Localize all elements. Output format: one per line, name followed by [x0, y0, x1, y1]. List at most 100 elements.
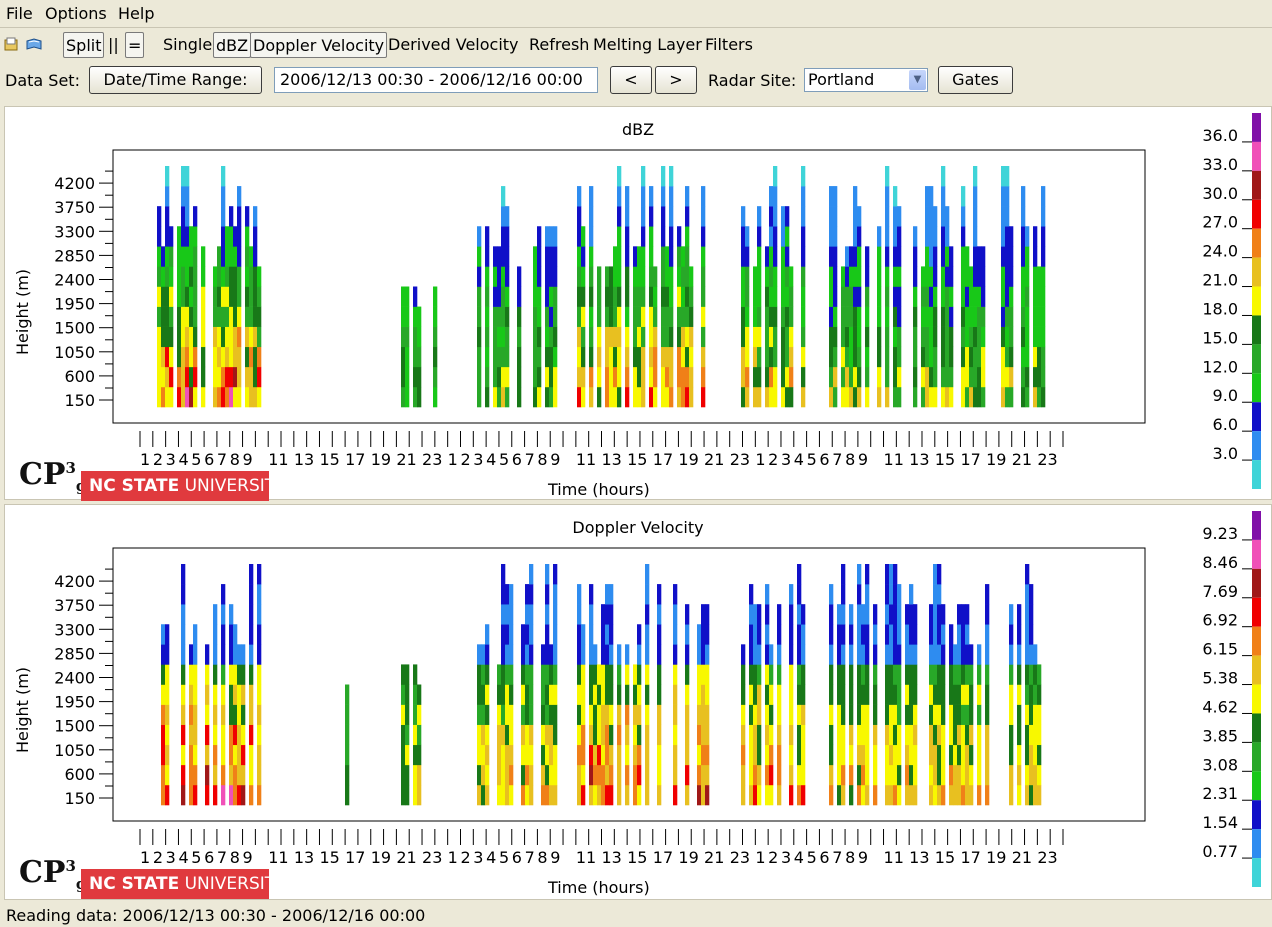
- side-by-side-button[interactable]: ||: [106, 32, 121, 58]
- heatmap-cell: [605, 724, 610, 746]
- heatmap-cell: [477, 226, 482, 247]
- heatmap-cell: [861, 704, 866, 725]
- heatmap-cell: [885, 346, 890, 368]
- menu-help[interactable]: Help: [118, 4, 154, 23]
- heatmap-cell: [789, 326, 794, 348]
- heatmap-cell: [413, 386, 418, 408]
- heatmap-cell: [233, 624, 238, 645]
- heatmap-cell: [605, 624, 610, 645]
- heatmap-cell: [509, 584, 514, 605]
- heatmap-cell: [165, 166, 170, 187]
- colorbar-tick-label: 18.0: [1202, 299, 1238, 318]
- previous-button[interactable]: <: [610, 66, 652, 94]
- heatmap-cell: [1025, 724, 1030, 746]
- heatmap-cell: [521, 724, 526, 746]
- filters-button[interactable]: Filters: [703, 32, 755, 58]
- heatmap-cell: [953, 764, 958, 786]
- heatmap-cell: [229, 266, 234, 287]
- heatmap-cell: [401, 704, 406, 725]
- open-file-icon[interactable]: [4, 36, 20, 52]
- heatmap-cell: [897, 684, 902, 705]
- heatmap-cell: [689, 386, 694, 408]
- heatmap-cell: [969, 326, 974, 348]
- heatmap-cell: [165, 366, 170, 388]
- derived-velocity-toggle[interactable]: Derived Velocity: [386, 32, 521, 58]
- heatmap-cell: [961, 366, 966, 388]
- heatmap-cell: [497, 306, 502, 327]
- heatmap-cell: [685, 286, 690, 307]
- heatmap-cell: [985, 684, 990, 705]
- heatmap-cell: [845, 266, 850, 287]
- heatmap-cell: [225, 346, 230, 368]
- x-tick-label: 13: [602, 848, 622, 867]
- stacked-button[interactable]: =: [125, 32, 145, 58]
- heatmap-cell: [501, 186, 506, 207]
- heatmap-cell: [949, 684, 954, 705]
- chevron-down-icon[interactable]: ▼: [909, 70, 926, 90]
- heatmap-cell: [257, 664, 262, 685]
- single-button[interactable]: Single: [161, 32, 214, 58]
- date-time-range-field[interactable]: 2006/12/13 00:30 - 2006/12/16 00:00: [274, 67, 598, 93]
- melting-layer-button[interactable]: Melting Layer: [591, 32, 704, 58]
- heatmap-cell: [913, 226, 918, 247]
- colorbar-tick-label: 1.54: [1202, 813, 1238, 832]
- doppler-velocity-toggle[interactable]: Doppler Velocity: [250, 32, 388, 58]
- heatmap-cell: [217, 366, 222, 388]
- heatmap-cell: [885, 664, 890, 685]
- heatmap-cell: [849, 724, 854, 746]
- heatmap-cell: [801, 604, 806, 625]
- heatmap-cell: [549, 226, 554, 247]
- heatmap-cell: [865, 744, 870, 766]
- heatmap-cell: [661, 266, 666, 287]
- heatmap-cell: [477, 266, 482, 287]
- heatmap-cell: [185, 346, 190, 368]
- heatmap-cell: [669, 286, 674, 307]
- heatmap-cell: [865, 246, 870, 267]
- heatmap-cell: [553, 784, 558, 806]
- menu-file[interactable]: File: [6, 4, 33, 23]
- heatmap-cell: [617, 166, 622, 187]
- heatmap-cell: [581, 286, 586, 307]
- colorbar-swatch: [1252, 286, 1261, 316]
- heatmap-cell: [257, 624, 262, 645]
- radar-site-select[interactable]: Portland ▼: [804, 68, 928, 92]
- heatmap-cell: [961, 644, 966, 665]
- heatmap-cell: [249, 326, 254, 348]
- heatmap-cell: [249, 784, 254, 806]
- x-tick-label: 7: [217, 450, 227, 469]
- next-button[interactable]: >: [655, 66, 697, 94]
- refresh-button[interactable]: Refresh: [527, 32, 591, 58]
- heatmap-cell: [577, 326, 582, 348]
- heatmap-cell: [841, 604, 846, 625]
- heatmap-cell: [977, 724, 982, 746]
- heatmap-cell: [857, 624, 862, 645]
- heatmap-cell: [905, 684, 910, 705]
- menu-options[interactable]: Options: [45, 4, 107, 23]
- x-tick-label: 1: [755, 450, 765, 469]
- heatmap-cell: [477, 286, 482, 307]
- heatmap-cell: [933, 564, 938, 585]
- heatmap-cell: [485, 326, 490, 348]
- x-tick-label: 9: [550, 848, 560, 867]
- heatmap-cell: [185, 386, 190, 408]
- heatmap-cell: [669, 226, 674, 247]
- heatmap-cell: [549, 744, 554, 766]
- gates-button[interactable]: Gates: [938, 66, 1013, 94]
- heatmap-cell: [233, 704, 238, 725]
- heatmap-cell: [161, 724, 166, 746]
- heatmap-cell: [645, 584, 650, 605]
- heatmap-cell: [1005, 206, 1010, 227]
- x-tick-label: 2: [153, 450, 163, 469]
- dbz-toggle[interactable]: dBZ: [213, 32, 252, 58]
- heatmap-cell: [653, 346, 658, 368]
- heatmap-cell: [913, 246, 918, 267]
- date-time-range-button[interactable]: Date/Time Range:: [89, 66, 262, 94]
- split-button[interactable]: Split: [63, 32, 105, 58]
- open-book-icon[interactable]: [26, 36, 42, 52]
- heatmap-cell: [697, 684, 702, 705]
- heatmap-cell: [1025, 584, 1030, 605]
- heatmap-cell: [249, 684, 254, 705]
- heatmap-cell: [161, 386, 166, 408]
- heatmap-cell: [189, 664, 194, 685]
- heatmap-cell: [933, 326, 938, 348]
